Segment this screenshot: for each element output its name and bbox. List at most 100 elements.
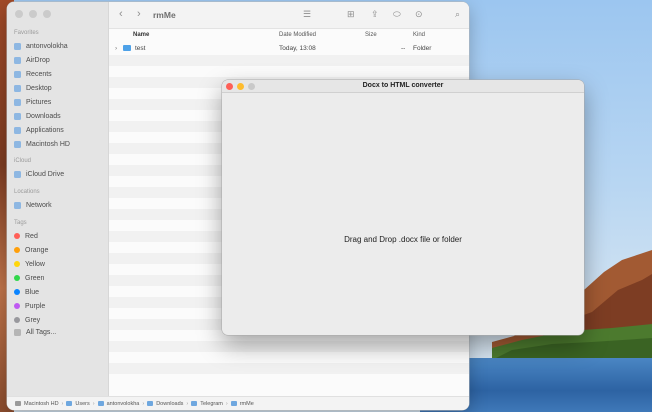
disclosure-icon[interactable]: › <box>115 45 117 52</box>
zoom-button[interactable] <box>43 10 51 18</box>
folder-icon <box>191 401 198 406</box>
converter-window: Docx to HTML converter Drag and Drop .do… <box>222 80 584 335</box>
icloud-heading: iCloud <box>14 158 32 164</box>
window-title: rmMe <box>153 10 176 20</box>
tags-icon <box>14 328 21 336</box>
more-icon[interactable]: ⊙ <box>415 9 423 20</box>
sidebar-item-label: antonvolokha <box>26 42 68 50</box>
disk-icon <box>15 401 21 406</box>
path-item[interactable]: Users <box>75 401 89 407</box>
column-date[interactable]: Date Modified <box>279 32 316 38</box>
folder-icon <box>230 401 237 406</box>
downloads-icon <box>14 112 21 120</box>
sidebar-item-label: AirDrop <box>26 56 50 64</box>
cloud-icon <box>14 170 21 178</box>
sidebar-item-label: Purple <box>25 302 46 310</box>
sidebar-item-label: Network <box>26 201 52 209</box>
path-item[interactable]: Telegram <box>200 401 223 407</box>
sidebar-item-antonvolokha[interactable]: antonvolokha <box>14 40 68 52</box>
sidebar-item-blue[interactable]: Blue <box>14 286 39 298</box>
tag-dot-icon <box>14 303 20 309</box>
favorites-heading: Favorites <box>14 30 39 36</box>
file-kind: Folder <box>413 45 432 52</box>
sidebar-item-applications[interactable]: Applications <box>14 124 64 136</box>
sidebar-item-label: Green <box>25 274 45 282</box>
tag-dot-icon <box>14 289 20 295</box>
path-item[interactable]: rmMe <box>240 401 254 407</box>
row-stripe <box>109 341 469 352</box>
table-row[interactable]: › test Today, 13:08 -- Folder <box>109 44 469 55</box>
path-separator-icon: › <box>186 400 189 407</box>
tag-icon[interactable]: ⬭ <box>393 9 401 20</box>
back-icon[interactable]: ‹ <box>119 8 123 20</box>
desktop-icon <box>14 84 21 92</box>
sidebar-item-label: Orange <box>25 246 49 254</box>
tag-dot-icon <box>14 233 20 239</box>
folder-icon <box>123 45 131 51</box>
converter-titlebar: Docx to HTML converter <box>222 80 584 93</box>
sidebar-item-icloud-drive[interactable]: iCloud Drive <box>14 168 64 180</box>
row-stripe <box>109 55 469 66</box>
close-button[interactable] <box>15 10 23 18</box>
sidebar-item-label: All Tags... <box>26 328 57 336</box>
drop-zone[interactable]: Drag and Drop .docx file or folder <box>222 93 584 335</box>
sidebar-item-downloads[interactable]: Downloads <box>14 110 61 122</box>
sidebar-item-label: Pictures <box>26 98 52 106</box>
sidebar-item-airdrop[interactable]: AirDrop <box>14 54 50 66</box>
sidebar-item-pictures[interactable]: Pictures <box>14 96 51 108</box>
column-size[interactable]: Size <box>365 32 377 38</box>
sidebar-item-label: iCloud Drive <box>26 170 65 178</box>
locations-heading: Locations <box>14 189 40 195</box>
forward-icon[interactable]: › <box>137 8 141 20</box>
converter-title: Docx to HTML converter <box>362 82 444 89</box>
folder-icon <box>66 401 73 406</box>
path-item[interactable]: Downloads <box>156 401 183 407</box>
sidebar-item-green[interactable]: Green <box>14 272 44 284</box>
file-size: -- <box>401 45 406 52</box>
minimize-button[interactable] <box>29 10 37 18</box>
sidebar-item-orange[interactable]: Orange <box>14 244 48 256</box>
group-icon[interactable]: ⊞ <box>347 9 355 20</box>
sidebar-item-label: Desktop <box>26 84 52 92</box>
path-bar: Macintosh HD › Users › antonvolokha › Download… <box>7 396 469 410</box>
sidebar-item-label: Recents <box>26 70 52 78</box>
list-view-icon[interactable]: ☰ <box>303 9 311 20</box>
path-separator-icon: › <box>142 400 145 407</box>
column-name[interactable]: Name <box>133 32 149 38</box>
path-separator-icon: › <box>61 400 64 407</box>
path-separator-icon: › <box>92 400 95 407</box>
folder-icon <box>97 401 104 406</box>
sidebar-item-yellow[interactable]: Yellow <box>14 258 45 270</box>
home-icon <box>14 42 21 50</box>
tag-dot-icon <box>14 317 20 323</box>
sidebar-item-label: Applications <box>26 126 64 134</box>
row-stripe <box>109 363 469 374</box>
tag-dot-icon <box>14 275 20 281</box>
sidebar-item-label: Red <box>25 232 38 240</box>
path-item[interactable]: Macintosh HD <box>24 401 59 407</box>
folder-icon <box>147 401 154 406</box>
tag-dot-icon <box>14 247 20 253</box>
path-separator-icon: › <box>225 400 228 407</box>
sidebar-item-label: Macintosh HD <box>26 140 70 148</box>
tags-heading: Tags <box>14 220 27 226</box>
sidebar-item-all-tags[interactable]: All Tags... <box>14 326 56 338</box>
file-date: Today, 13:08 <box>279 45 316 52</box>
sidebar-item-grey[interactable]: Grey <box>14 314 40 326</box>
sidebar-item-macintosh-hd[interactable]: Macintosh HD <box>14 138 70 150</box>
pictures-icon <box>14 98 21 106</box>
window-controls <box>15 10 51 18</box>
search-icon[interactable]: ⌕ <box>455 9 460 20</box>
sidebar-item-label: Blue <box>25 288 40 296</box>
column-kind[interactable]: Kind <box>413 32 425 38</box>
sidebar-item-desktop[interactable]: Desktop <box>14 82 52 94</box>
sidebar-item-label: Yellow <box>25 260 45 268</box>
share-icon[interactable]: ⇪ <box>371 9 379 20</box>
path-item[interactable]: antonvolokha <box>107 401 140 407</box>
sidebar-item-recents[interactable]: Recents <box>14 68 52 80</box>
drop-instructions: Drag and Drop .docx file or folder <box>344 235 462 244</box>
sidebar-item-network[interactable]: Network <box>14 199 52 211</box>
applications-icon <box>14 126 21 134</box>
sidebar-item-red[interactable]: Red <box>14 230 38 242</box>
sidebar-item-purple[interactable]: Purple <box>14 300 45 312</box>
